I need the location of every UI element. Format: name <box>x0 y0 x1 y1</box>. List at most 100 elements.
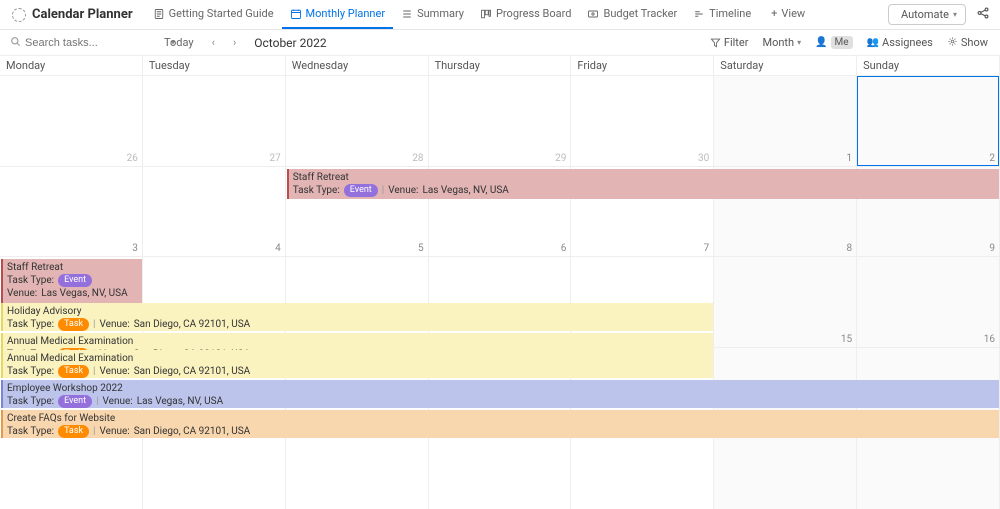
search-icon <box>10 36 21 50</box>
day-cell[interactable]: 26 <box>286 438 429 509</box>
day-cell[interactable]: 4 <box>143 167 286 258</box>
venue-prefix: Venue: <box>7 287 37 300</box>
view-mode-button[interactable]: Month ▾ <box>760 34 803 51</box>
task-type-prefix: Task Type: <box>7 318 54 331</box>
tab-summary[interactable]: Summary <box>393 0 472 29</box>
day-number: 29 <box>555 153 566 164</box>
day-number: 15 <box>841 334 852 345</box>
day-cell[interactable]: 28 <box>571 438 714 509</box>
venue-prefix: Venue: <box>388 184 418 197</box>
day-cell[interactable]: 28 <box>286 76 429 167</box>
prev-month-button[interactable]: ‹ <box>208 34 219 51</box>
share-button[interactable] <box>970 2 996 27</box>
view-mode-label: Month <box>762 36 794 49</box>
venue-prefix: Venue: <box>103 395 133 408</box>
me-filter-button[interactable]: 👤 Me <box>813 34 855 51</box>
day-cell[interactable]: 26 <box>0 76 143 167</box>
day-number: 28 <box>412 153 423 164</box>
gear-icon <box>947 36 958 50</box>
calendar-event[interactable]: Annual Medical ExaminationTask Type: Tas… <box>1 350 713 378</box>
plus-icon: + <box>771 7 777 20</box>
tab-label: Timeline <box>709 7 751 20</box>
day-number: 1 <box>847 153 853 164</box>
day-number: 4 <box>275 243 281 254</box>
venue-prefix: Venue: <box>100 365 130 378</box>
day-number: 5 <box>418 243 424 254</box>
day-number: 8 <box>847 243 853 254</box>
day-cell[interactable]: 15 <box>714 257 857 348</box>
event-title: Staff Retreat <box>293 171 995 184</box>
me-label: Me <box>831 36 853 49</box>
calendar-event[interactable]: Employee Workshop 2022Task Type: Event |… <box>1 380 999 408</box>
day-cell[interactable]: 27 <box>143 76 286 167</box>
event-venue: San Diego, CA 92101, USA <box>134 318 250 331</box>
day-cell[interactable]: 30 <box>571 76 714 167</box>
today-button[interactable]: Today <box>160 34 198 51</box>
day-header: Thursday <box>429 56 572 76</box>
task-type-prefix: Task Type: <box>293 184 340 197</box>
task-type-pill: Task <box>58 425 89 438</box>
tab-progress-board[interactable]: Progress Board <box>472 0 580 29</box>
day-cell[interactable]: 29 <box>429 76 572 167</box>
day-cell[interactable]: 3 <box>0 167 143 258</box>
day-header: Saturday <box>714 56 857 76</box>
task-type-prefix: Task Type: <box>7 274 54 287</box>
tab-monthly-planner[interactable]: Monthly Planner <box>282 0 394 29</box>
current-month-label: October 2022 <box>250 36 330 50</box>
day-cell[interactable]: 25 <box>143 438 286 509</box>
calendar-event[interactable]: Staff RetreatTask Type: Event | Venue: L… <box>287 169 999 199</box>
add-view-button[interactable]: + View <box>763 0 813 29</box>
day-cell[interactable]: 16 <box>857 257 1000 348</box>
tab-label: Budget Tracker <box>603 7 677 20</box>
day-number: 3 <box>132 243 138 254</box>
tab-budget-tracker[interactable]: Budget Tracker <box>579 0 685 29</box>
assignees-button[interactable]: 👥 Assignees <box>865 34 935 51</box>
day-cell[interactable]: 2 <box>857 76 1000 167</box>
day-header: Wednesday <box>286 56 429 76</box>
day-number: 2 <box>989 153 995 164</box>
board-logo-icon <box>12 8 26 22</box>
calendar-event[interactable]: Holiday AdvisoryTask Type: Task | Venue:… <box>1 303 713 331</box>
task-type-pill: Event <box>344 184 378 197</box>
day-cell[interactable]: 1 <box>714 76 857 167</box>
task-type-prefix: Task Type: <box>7 365 54 378</box>
event-venue: Las Vegas, NV, USA <box>41 287 127 300</box>
search-field[interactable]: ▾ <box>10 36 150 50</box>
search-input[interactable] <box>25 37 167 49</box>
day-cell[interactable]: 27 <box>429 438 572 509</box>
next-month-button[interactable]: › <box>229 34 240 51</box>
tabs-bar: Calendar Planner Getting Started GuideMo… <box>0 0 1000 30</box>
tab-timeline[interactable]: Timeline <box>685 0 759 29</box>
tab-label: Summary <box>417 7 464 20</box>
calendar-event[interactable]: Staff RetreatTask Type: EventVenue: Las … <box>1 259 142 303</box>
venue-prefix: Venue: <box>100 318 130 331</box>
task-type-pill: Event <box>58 274 92 287</box>
calendar-event[interactable]: Create FAQs for WebsiteTask Type: Task |… <box>1 410 999 438</box>
event-venue: Las Vegas, NV, USA <box>422 184 508 197</box>
day-number: 9 <box>989 243 995 254</box>
event-title: Create FAQs for Website <box>7 412 995 425</box>
day-cell[interactable]: 30 <box>857 438 1000 509</box>
day-header: Tuesday <box>143 56 286 76</box>
task-type-prefix: Task Type: <box>7 425 54 438</box>
filter-label: Filter <box>724 36 749 49</box>
tab-icon <box>290 8 302 20</box>
tab-icon <box>693 8 705 20</box>
task-type-pill: Event <box>58 395 92 408</box>
day-cell[interactable]: 24 <box>0 438 143 509</box>
filter-button[interactable]: Filter <box>708 34 751 51</box>
tab-getting-started-guide[interactable]: Getting Started Guide <box>145 0 282 29</box>
tab-label: Progress Board <box>496 7 572 20</box>
day-number: 27 <box>269 153 280 164</box>
calendar-grid: MondayTuesdayWednesdayThursdayFridaySatu… <box>0 56 1000 509</box>
day-number: 16 <box>984 334 995 345</box>
show-settings-button[interactable]: Show <box>945 34 990 52</box>
separator: | <box>93 365 95 378</box>
tab-icon <box>153 8 165 20</box>
separator: | <box>93 425 95 438</box>
venue-prefix: Venue: <box>100 425 130 438</box>
people-icon: 👥 <box>867 37 879 48</box>
show-label: Show <box>961 36 988 49</box>
day-cell[interactable]: 29 <box>714 438 857 509</box>
automate-button[interactable]: Automate ▾ <box>888 4 966 25</box>
